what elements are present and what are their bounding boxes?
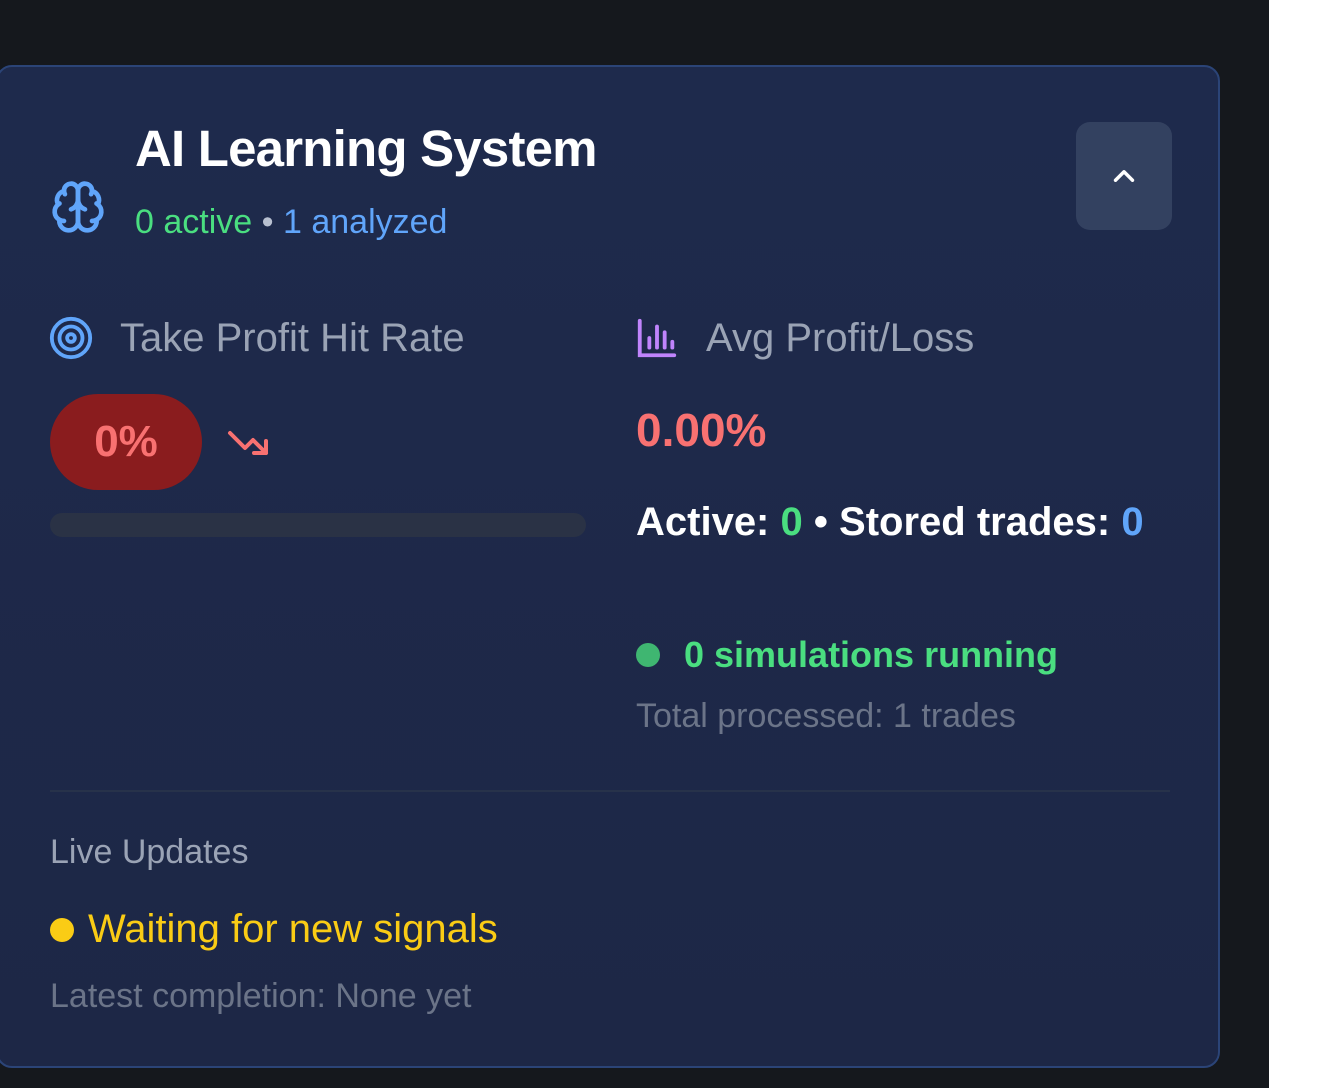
subtitle-separator: • [261, 203, 274, 241]
active-label: Active: [636, 500, 770, 544]
ai-learning-card: AI Learning System 0 active • 1 analyzed… [0, 65, 1220, 1068]
live-updates-label: Live Updates [50, 833, 249, 871]
simulations-running-text: 0 simulations running [684, 634, 1059, 675]
latest-completion-text: Latest completion: None yet [50, 977, 472, 1015]
live-status-row: Waiting for new signals [50, 907, 498, 952]
active-count-text: 0 active [135, 203, 253, 241]
take-profit-header: Take Profit Hit Rate [48, 315, 465, 361]
chevron-up-icon [1113, 170, 1135, 182]
status-dot-green [636, 643, 660, 667]
take-profit-rate-badge: 0% [50, 394, 202, 490]
waiting-status-text: Waiting for new signals [88, 907, 498, 951]
section-divider [50, 790, 1170, 792]
stored-trades-value: 0 [1121, 500, 1144, 544]
stored-trades-label: Stored trades: [839, 500, 1111, 544]
total-processed-text: Total processed: 1 trades [636, 697, 1016, 735]
card-title: AI Learning System [135, 120, 598, 177]
simulations-status: 0 simulations running [636, 634, 1058, 676]
avg-profit-label: Avg Profit/Loss [706, 315, 975, 360]
trending-down-icon [228, 431, 268, 455]
bar-chart-icon [637, 318, 677, 358]
trade-counts: Active: 0 • Stored trades: 0 [636, 492, 1196, 552]
take-profit-label: Take Profit Hit Rate [120, 315, 465, 360]
brain-icon [52, 181, 104, 233]
target-icon [49, 316, 93, 360]
status-dot-yellow [50, 917, 74, 942]
avg-profit-header: Avg Profit/Loss [634, 315, 974, 361]
analyzed-count-text: 1 analyzed [283, 203, 448, 241]
take-profit-progress-bar [50, 513, 586, 537]
counts-separator: • [813, 500, 828, 544]
avg-profit-value: 0.00% [636, 404, 767, 456]
card-subtitle: 0 active • 1 analyzed [135, 203, 447, 242]
collapse-button[interactable] [1076, 122, 1172, 230]
active-value: 0 [780, 500, 803, 544]
